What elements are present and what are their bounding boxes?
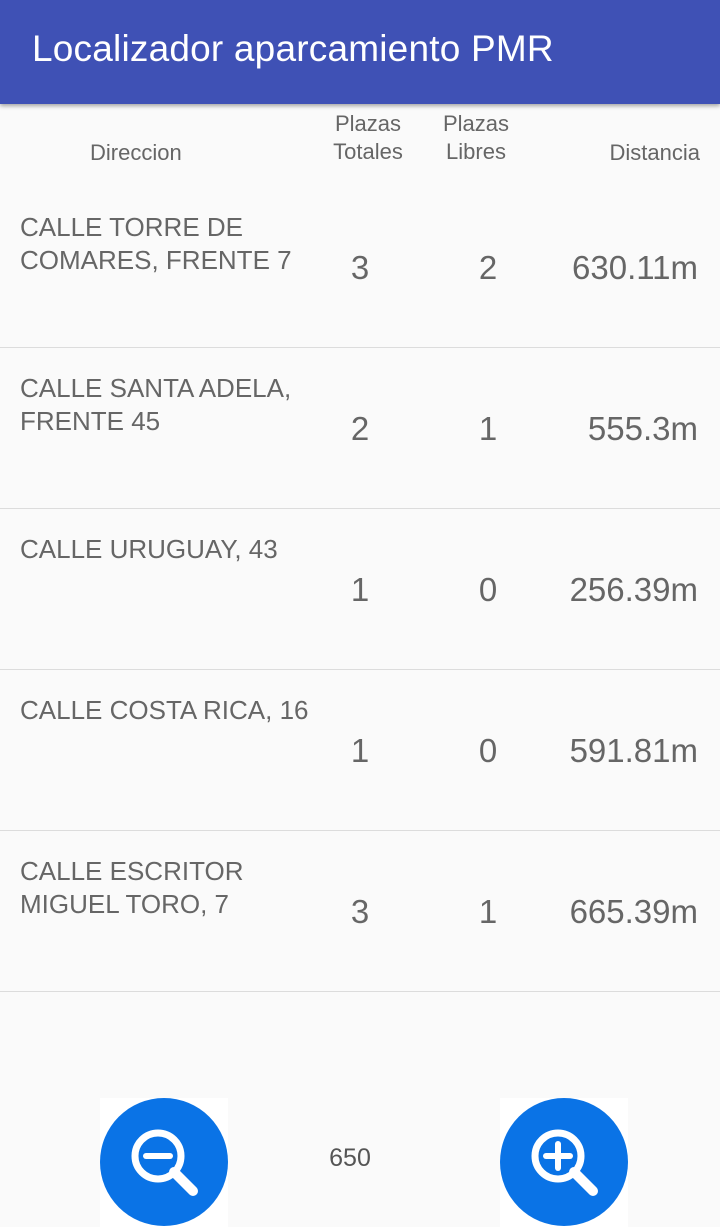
header-plazas-libres: Plazas Libres: [442, 111, 510, 164]
list-item[interactable]: CALLE COSTA RICA, 16 1 0 591.81m: [0, 670, 720, 831]
list-item[interactable]: CALLE SANTA ADELA, FRENTE 45 2 1 555.3m: [0, 348, 720, 509]
distance: 665.39m: [569, 893, 698, 930]
parking-list: CALLE TORRE DE COMARES, FRENTE 7 3 2 630…: [0, 187, 720, 992]
distance: 591.81m: [569, 732, 698, 769]
total-spots: 1: [350, 571, 370, 608]
app-title: Localizador aparcamiento PMR: [32, 28, 554, 69]
address: CALLE COSTA RICA, 16: [20, 695, 309, 725]
free-spots: 1: [478, 893, 498, 930]
total-spots: 3: [350, 249, 370, 286]
table-header: Direccion Plazas Totales Plazas Libres D…: [0, 104, 720, 184]
address: CALLE URUGUAY, 43: [20, 534, 278, 564]
zoom-in-icon: [531, 1129, 598, 1196]
address: CALLE SANTA ADELA, FRENTE 45: [20, 373, 292, 436]
total-spots: 3: [350, 893, 370, 930]
zoom-out-button[interactable]: [100, 1098, 228, 1227]
header-direccion: Direccion: [90, 140, 182, 165]
free-spots: 2: [478, 249, 498, 286]
distance: 555.3m: [587, 410, 698, 447]
address: CALLE ESCRITOR MIGUEL TORO, 7: [20, 856, 244, 919]
list-item[interactable]: CALLE URUGUAY, 43 1 0 256.39m: [0, 509, 720, 670]
header-plazas-totales: Plazas Totales: [333, 111, 403, 164]
header-distancia: Distancia: [609, 140, 700, 165]
distance: 630.11m: [572, 249, 698, 286]
free-spots: 0: [478, 732, 498, 769]
zoom-out-icon: [131, 1129, 198, 1196]
total-spots: 2: [350, 410, 370, 447]
list-item[interactable]: CALLE ESCRITOR MIGUEL TORO, 7 3 1 665.39…: [0, 831, 720, 992]
radius-value: 650: [329, 1144, 371, 1172]
list-item[interactable]: CALLE TORRE DE COMARES, FRENTE 7 3 2 630…: [0, 187, 720, 348]
zoom-in-button[interactable]: [500, 1098, 628, 1227]
distance: 256.39m: [569, 571, 698, 608]
free-spots: 0: [478, 571, 498, 608]
free-spots: 1: [478, 410, 498, 447]
app-bar: Localizador aparcamiento PMR: [0, 0, 720, 104]
address: CALLE TORRE DE COMARES, FRENTE 7: [20, 212, 292, 275]
total-spots: 1: [350, 732, 370, 769]
